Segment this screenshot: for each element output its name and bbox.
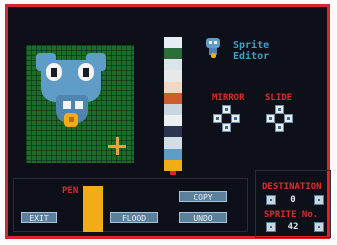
mirror-down-button[interactable] bbox=[222, 123, 231, 132]
palette-swatch[interactable] bbox=[164, 70, 182, 82]
destination-decrement-button[interactable] bbox=[266, 195, 276, 205]
palette-swatch[interactable] bbox=[164, 137, 182, 149]
mirror-up-button[interactable] bbox=[222, 105, 231, 114]
slide-left-button[interactable] bbox=[266, 114, 275, 123]
destination-value: 0 bbox=[290, 195, 296, 205]
slide-up-button[interactable] bbox=[275, 105, 284, 114]
sprite-pupil-right bbox=[83, 68, 89, 77]
destination-increment-button[interactable] bbox=[314, 195, 324, 205]
sprite-no-decrement-button[interactable] bbox=[266, 222, 276, 232]
sprite-pupil-left bbox=[51, 68, 57, 77]
sprite-tooth bbox=[63, 101, 71, 109]
mirror-label: MIRROR bbox=[212, 93, 245, 103]
palette-swatch[interactable] bbox=[164, 115, 182, 127]
mirror-right-button[interactable] bbox=[231, 114, 240, 123]
copy-button[interactable]: COPY bbox=[179, 191, 227, 202]
screen: Sprite Editor MIRROR SLIDE PEN EXIT FLOO… bbox=[0, 0, 337, 245]
flood-button[interactable]: FLOOD bbox=[110, 212, 158, 223]
palette-swatch[interactable] bbox=[164, 81, 182, 93]
palette-swatch[interactable] bbox=[164, 92, 182, 104]
palette-swatch[interactable] bbox=[164, 159, 182, 171]
exit-button[interactable]: EXIT bbox=[21, 212, 57, 223]
palette-swatch[interactable] bbox=[164, 59, 182, 71]
palette-swatch[interactable] bbox=[164, 148, 182, 160]
undo-button[interactable]: UNDO bbox=[179, 212, 227, 223]
color-palette[interactable] bbox=[164, 37, 182, 171]
crosshair-icon bbox=[108, 137, 126, 155]
mirror-left-button[interactable] bbox=[213, 114, 222, 123]
slide-down-button[interactable] bbox=[275, 123, 284, 132]
palette-swatch[interactable] bbox=[164, 103, 182, 116]
app-title-line2: Editor bbox=[233, 51, 270, 62]
sprite-tongue-shade bbox=[69, 117, 74, 122]
palette-swatch[interactable] bbox=[164, 48, 182, 60]
destination-label: DESTINATION bbox=[262, 182, 322, 192]
sprite-tooth bbox=[75, 101, 83, 109]
palette-selection-marker bbox=[170, 171, 176, 175]
sprite-no-value: 42 bbox=[287, 222, 299, 232]
palette-swatch[interactable] bbox=[164, 126, 182, 138]
slide-right-button[interactable] bbox=[284, 114, 293, 123]
pen-label: PEN bbox=[62, 186, 79, 196]
sprite-no-increment-button[interactable] bbox=[314, 222, 324, 232]
slide-label: SLIDE bbox=[265, 93, 293, 103]
palette-swatch[interactable] bbox=[164, 37, 182, 49]
sprite-preview bbox=[206, 38, 220, 60]
pen-color-swatch[interactable] bbox=[83, 186, 103, 232]
sprite-no-label: SPRITE No. bbox=[264, 210, 319, 220]
app-title-line1: Sprite bbox=[233, 40, 270, 51]
